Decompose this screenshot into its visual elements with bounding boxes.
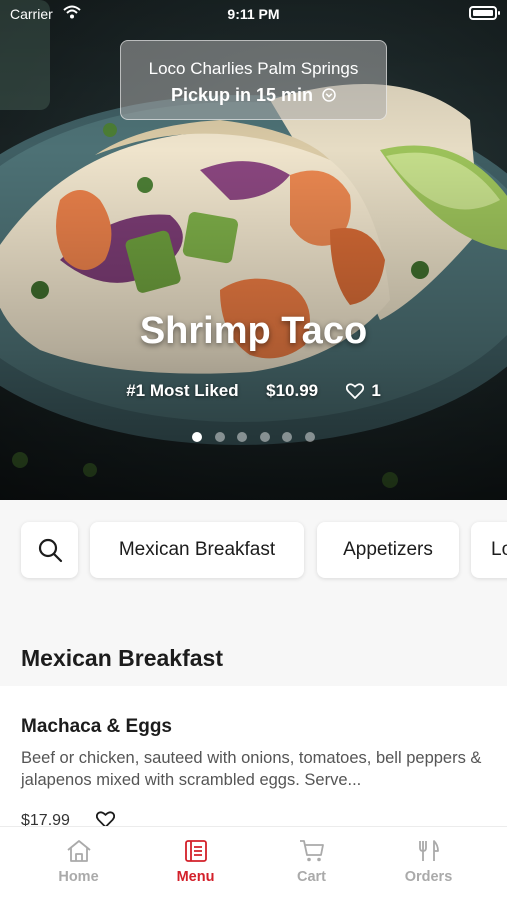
cart-icon: [299, 840, 324, 862]
featured-title: Shrimp Taco: [139, 310, 368, 352]
tab-bar: Home Menu Cart Orders: [0, 826, 507, 900]
carousel-dot[interactable]: [237, 432, 248, 442]
category-chip-partial[interactable]: Lo: [471, 522, 507, 578]
tab-home-label: Home: [58, 869, 99, 885]
item-description: Beef or chicken, sauteed with onions, to…: [21, 749, 482, 789]
battery-icon: [469, 6, 500, 20]
search-icon: [38, 538, 62, 563]
pickup-label: Pickup in 15 min: [170, 85, 314, 105]
carousel-dot[interactable]: [214, 432, 225, 442]
section-title: Mexican Breakfast: [21, 645, 223, 671]
featured-likes: 1: [371, 380, 381, 400]
pickup-time: Pickup in 15 min: [121, 85, 386, 106]
category-chip-mexican-breakfast[interactable]: Mexican Breakfast: [90, 522, 304, 578]
carousel-dots[interactable]: [0, 429, 507, 447]
location-selector[interactable]: Loco Charlies Palm Springs Pickup in 15 …: [120, 40, 387, 120]
tab-menu[interactable]: Menu: [137, 827, 254, 900]
tab-orders-label: Orders: [404, 869, 453, 885]
carousel-dot[interactable]: [192, 432, 203, 442]
tab-cart[interactable]: Cart: [253, 827, 370, 900]
carousel-dot[interactable]: [304, 432, 315, 442]
tab-menu-label: Menu: [176, 869, 215, 885]
search-button[interactable]: [21, 522, 78, 578]
featured-price: $10.99: [266, 380, 319, 400]
featured-hero[interactable]: Carrier 9:11 PM Loco Charlies Palm Sprin…: [0, 0, 507, 500]
menu-icon: [184, 840, 207, 862]
tab-orders[interactable]: Orders: [370, 827, 487, 900]
orders-icon: [418, 840, 439, 861]
carousel-dot[interactable]: [282, 432, 293, 442]
category-bar[interactable]: Mexican Breakfast Appetizers Lo: [0, 500, 507, 600]
featured-badge: #1 Most Liked: [126, 380, 239, 400]
featured-meta: #1 Most Liked $10.99 1: [0, 380, 507, 401]
item-name: Machaca & Eggs: [21, 716, 172, 737]
category-chip-appetizers[interactable]: Appetizers: [317, 522, 459, 578]
tab-home[interactable]: Home: [20, 827, 137, 900]
tab-cart-label: Cart: [296, 869, 326, 885]
heart-icon[interactable]: [345, 382, 364, 399]
home-icon: [66, 840, 91, 862]
status-bar: Carrier 9:11 PM: [0, 0, 507, 28]
chevron-down-circle-icon: [322, 88, 336, 102]
location-name: Loco Charlies Palm Springs: [148, 59, 359, 78]
carousel-dot[interactable]: [259, 432, 270, 442]
clock: 9:11 PM: [227, 6, 280, 22]
